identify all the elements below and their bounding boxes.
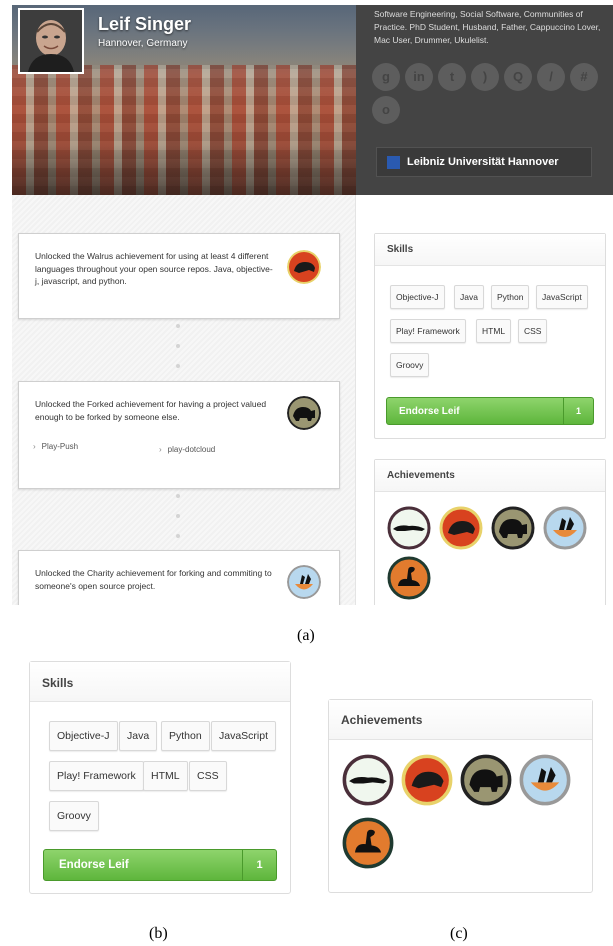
feed-item: Unlocked the Forked achievement for havi… xyxy=(18,381,340,489)
caption-c: (c) xyxy=(450,925,468,942)
charity-badge-icon[interactable] xyxy=(287,565,321,599)
skill-tag[interactable]: Python xyxy=(491,285,530,309)
penguin-badge-icon[interactable] xyxy=(519,754,571,806)
skill-tag[interactable]: JavaScript xyxy=(536,285,588,309)
lizard-badge-icon[interactable] xyxy=(342,754,394,806)
skills-panel: Skills Objective-J Java Python JavaScrip… xyxy=(374,233,606,439)
google-plus-icon[interactable]: g xyxy=(372,63,400,91)
lightbulb-icon[interactable]: Q xyxy=(504,63,532,91)
university-name: Leibniz Universität Hannover xyxy=(407,156,559,168)
person-photo-icon xyxy=(20,10,82,72)
skill-tag[interactable]: Python xyxy=(161,721,210,751)
feed-item: Unlocked the Charity achievement for for… xyxy=(18,550,340,605)
skill-tag[interactable]: CSS xyxy=(518,319,548,343)
skill-tag[interactable]: Objective-J xyxy=(49,721,118,751)
chevron-right-icon: › xyxy=(159,445,162,454)
skill-tag[interactable]: Objective-J xyxy=(390,285,445,309)
profile-sidebar: Software Engineering, Social Software, C… xyxy=(356,5,613,195)
linkedin-icon[interactable]: in xyxy=(405,63,433,91)
university-logo-icon xyxy=(387,156,400,169)
skill-tag[interactable]: HTML xyxy=(143,761,188,791)
social-links: g in t ) Q / # o xyxy=(372,63,607,129)
feed-item-text: Unlocked the Charity achievement for for… xyxy=(35,568,272,591)
goose-badge-icon[interactable] xyxy=(342,817,394,869)
mammoth-badge-icon[interactable] xyxy=(491,506,535,550)
lizard-badge-icon[interactable] xyxy=(387,506,431,550)
skill-tag[interactable]: Java xyxy=(454,285,484,309)
achievements-title: Achievements xyxy=(329,700,592,740)
profile-name: Leif Singer xyxy=(98,14,192,34)
caption-b: (b) xyxy=(149,925,168,942)
endorse-label: Endorse Leif xyxy=(399,406,460,417)
penguin-badge-icon[interactable] xyxy=(543,506,587,550)
skill-tag[interactable]: Groovy xyxy=(49,801,99,831)
endorse-label: Endorse Leif xyxy=(59,859,129,871)
repo-link[interactable]: › play-dotcloud xyxy=(159,445,215,454)
twitter-icon[interactable]: t xyxy=(438,63,466,91)
pen-icon[interactable]: / xyxy=(537,63,565,91)
endorse-count: 1 xyxy=(242,850,276,880)
feed-item-text: Unlocked the Forked achievement for havi… xyxy=(35,399,267,422)
right-column: Skills Objective-J Java Python JavaScrip… xyxy=(356,195,613,605)
avatar[interactable] xyxy=(18,8,84,74)
feed-item: Unlocked the Walrus achievement for usin… xyxy=(18,233,340,319)
skill-tag[interactable]: CSS xyxy=(189,761,227,791)
endorse-count: 1 xyxy=(563,398,593,424)
achievements-title: Achievements xyxy=(375,460,605,492)
skill-tag[interactable]: JavaScript xyxy=(211,721,277,751)
skill-tag[interactable]: Groovy xyxy=(390,353,430,377)
skills-title: Skills xyxy=(375,234,605,266)
caption-a: (a) xyxy=(297,627,315,644)
achievement-feed: Unlocked the Walrus achievement for usin… xyxy=(12,195,356,605)
skills-title: Skills xyxy=(30,662,290,702)
repo-link[interactable]: › Play-Push xyxy=(33,442,78,451)
feed-item-text: Unlocked the Walrus achievement for usin… xyxy=(35,251,273,286)
achievements-panel-detail: Achievements xyxy=(328,699,593,893)
skills-panel-detail: Skills Objective-J Java Python JavaScrip… xyxy=(29,661,291,894)
forked-badge-icon[interactable] xyxy=(287,396,321,430)
skill-tag[interactable]: HTML xyxy=(476,319,512,343)
walrus-badge-icon[interactable] xyxy=(287,250,321,284)
profile-page: Leif Singer Hannover, Germany Software E… xyxy=(12,5,613,605)
walrus-badge-icon[interactable] xyxy=(401,754,453,806)
achievements-panel: Achievements xyxy=(374,459,606,605)
walrus-badge-icon[interactable] xyxy=(439,506,483,550)
skill-tag[interactable]: Play! Framework xyxy=(390,319,466,343)
endorse-button[interactable]: Endorse Leif 1 xyxy=(386,397,594,425)
goose-badge-icon[interactable] xyxy=(387,556,431,600)
university-badge[interactable]: Leibniz Universität Hannover xyxy=(376,147,592,177)
endorse-button[interactable]: Endorse Leif 1 xyxy=(43,849,277,881)
profile-banner: Leif Singer Hannover, Germany xyxy=(12,5,356,195)
profile-location: Hannover, Germany xyxy=(98,38,188,49)
mammoth-badge-icon[interactable] xyxy=(460,754,512,806)
profile-bio: Software Engineering, Social Software, C… xyxy=(374,9,601,45)
rss-icon[interactable]: ) xyxy=(471,63,499,91)
gift-icon[interactable]: # xyxy=(570,63,598,91)
video-icon[interactable]: o xyxy=(372,96,400,124)
skill-tag[interactable]: Play! Framework xyxy=(49,761,144,791)
skill-tag[interactable]: Java xyxy=(119,721,158,751)
chevron-right-icon: › xyxy=(33,442,36,451)
